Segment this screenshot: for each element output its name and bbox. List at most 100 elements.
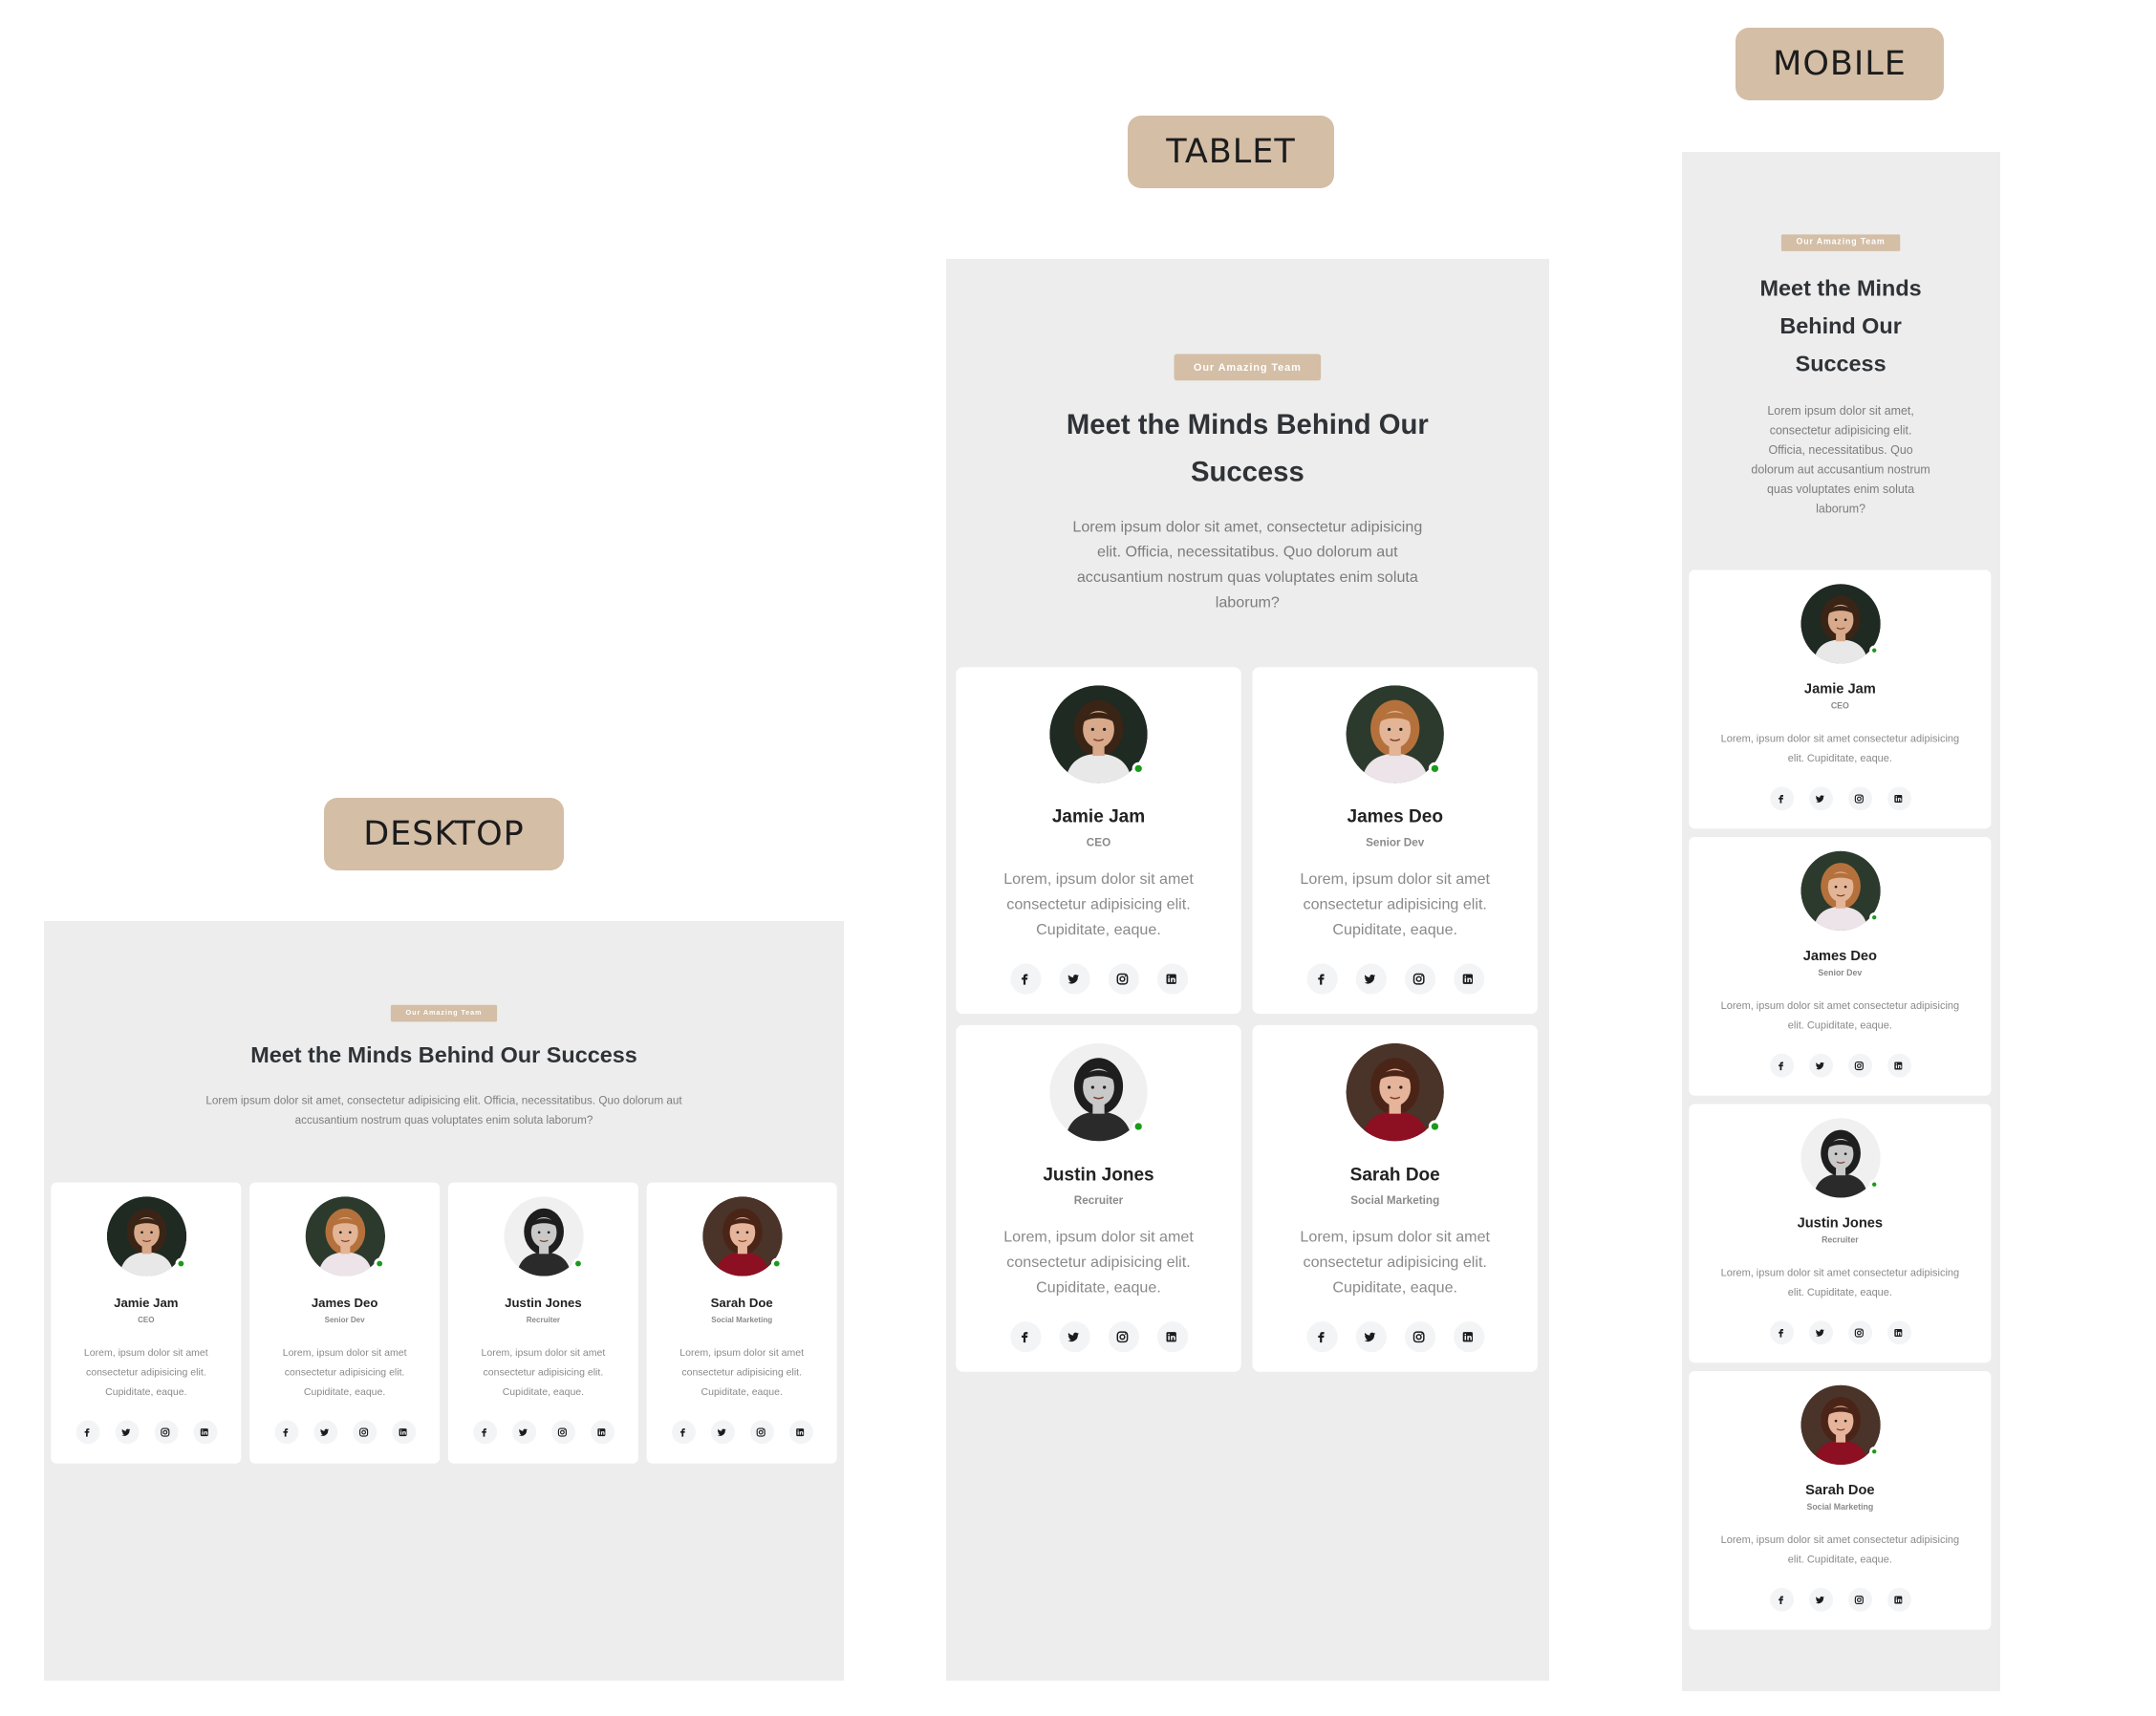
- facebook-icon: [1313, 971, 1330, 988]
- twitter-link[interactable]: [511, 1420, 536, 1445]
- social-links: [1700, 1320, 1980, 1345]
- twitter-link[interactable]: [1058, 1321, 1089, 1353]
- twitter-icon: [1066, 971, 1083, 988]
- facebook-link[interactable]: [1769, 1587, 1794, 1612]
- team-member-card: Sarah Doe Social Marketing Lorem, ipsum do…: [646, 1182, 837, 1464]
- facebook-icon: [1775, 1593, 1788, 1606]
- facebook-link[interactable]: [1769, 786, 1794, 811]
- facebook-icon: [1775, 1326, 1788, 1340]
- linkedin-link[interactable]: [1453, 1321, 1484, 1353]
- linkedin-link[interactable]: [391, 1420, 416, 1445]
- member-bio: Lorem, ipsum dolor sit amet consectetur …: [282, 1345, 407, 1398]
- instagram-link[interactable]: [749, 1420, 774, 1445]
- instagram-link[interactable]: [352, 1420, 377, 1445]
- member-bio: Lorem, ipsum dolor sit amet consectetur …: [679, 1345, 805, 1398]
- team-member-card: James Deo Senior Dev Lorem, ipsum dolor si…: [1252, 667, 1538, 1015]
- online-status-dot: [1132, 1120, 1145, 1133]
- social-links: [1700, 1053, 1980, 1078]
- tablet-preview: Our Amazing Team Meet the Minds Behind Ou…: [946, 259, 1549, 1681]
- twitter-link[interactable]: [1355, 1321, 1387, 1353]
- facebook-link[interactable]: [1305, 963, 1337, 995]
- instagram-link[interactable]: [1108, 1321, 1139, 1353]
- linkedin-link[interactable]: [590, 1420, 614, 1445]
- facebook-link[interactable]: [1305, 1321, 1337, 1353]
- twitter-link[interactable]: [710, 1420, 735, 1445]
- facebook-link[interactable]: [1009, 963, 1041, 995]
- instagram-link[interactable]: [1404, 963, 1435, 995]
- online-status-dot: [1132, 761, 1145, 775]
- instagram-link[interactable]: [1108, 963, 1139, 995]
- member-bio: Lorem, ipsum dolor sit amet consectetur …: [1720, 732, 1960, 764]
- facebook-link[interactable]: [1769, 1320, 1794, 1345]
- facebook-icon: [279, 1426, 292, 1439]
- linkedin-link[interactable]: [1886, 1053, 1911, 1078]
- instagram-link[interactable]: [1404, 1321, 1435, 1353]
- twitter-link[interactable]: [1808, 1320, 1833, 1345]
- instagram-link[interactable]: [153, 1420, 178, 1445]
- linkedin-link[interactable]: [1886, 1587, 1911, 1612]
- twitter-link[interactable]: [114, 1420, 139, 1445]
- facebook-link[interactable]: [1009, 1321, 1041, 1353]
- twitter-link[interactable]: [1058, 963, 1089, 995]
- linkedin-link[interactable]: [192, 1420, 217, 1445]
- member-role: Social Marketing: [1806, 1504, 1874, 1512]
- member-bio: Lorem, ipsum dolor sit amet consectetur …: [1300, 870, 1491, 939]
- twitter-link[interactable]: [1355, 963, 1387, 995]
- member-bio: Lorem, ipsum dolor sit amet consectetur …: [1003, 870, 1194, 939]
- linkedin-link[interactable]: [1453, 963, 1484, 995]
- social-links: [1266, 963, 1523, 995]
- linkedin-link[interactable]: [788, 1420, 813, 1445]
- avatar-wrapper: [1346, 1042, 1444, 1142]
- section-title: Meet the Minds Behind Our Success: [1759, 277, 1922, 377]
- tablet-label: TABLET: [1128, 116, 1334, 188]
- linkedin-link[interactable]: [1886, 786, 1911, 811]
- avatar-wrapper: [106, 1196, 186, 1276]
- section-badge: Our Amazing Team: [1780, 234, 1901, 251]
- instagram-icon: [1853, 1326, 1866, 1340]
- online-status-dot: [1868, 912, 1879, 923]
- instagram-link[interactable]: [1847, 1320, 1872, 1345]
- mobile-preview: Our Amazing Team Meet the Minds Behind Ou…: [1682, 152, 2000, 1691]
- member-name: Jamie Jam: [114, 1296, 179, 1310]
- facebook-icon: [1775, 1059, 1788, 1072]
- linkedin-link[interactable]: [1156, 963, 1188, 995]
- linkedin-icon: [1163, 1328, 1180, 1345]
- team-member-card: James Deo Senior Dev Lorem, ipsum dolor si…: [249, 1182, 441, 1464]
- instagram-link[interactable]: [1847, 786, 1872, 811]
- member-name: Sarah Doe: [1805, 1483, 1875, 1499]
- avatar-wrapper: [503, 1196, 584, 1276]
- member-bio: Lorem, ipsum dolor sit amet consectetur …: [1720, 1266, 1960, 1298]
- facebook-link[interactable]: [1769, 1053, 1794, 1078]
- twitter-icon: [517, 1426, 530, 1439]
- twitter-icon: [1362, 1328, 1379, 1345]
- member-name: James Deo: [1347, 805, 1443, 827]
- facebook-link[interactable]: [75, 1420, 99, 1445]
- team-member-card: Jamie Jam CEO Lorem, ipsum dolor sit amet …: [1689, 569, 1992, 829]
- twitter-link[interactable]: [313, 1420, 337, 1445]
- facebook-link[interactable]: [671, 1420, 696, 1445]
- linkedin-icon: [1892, 1059, 1906, 1072]
- instagram-link[interactable]: [550, 1420, 575, 1445]
- member-role: Recruiter: [1073, 1193, 1124, 1208]
- social-links: [62, 1420, 230, 1445]
- facebook-icon: [1017, 971, 1034, 988]
- twitter-link[interactable]: [1808, 1587, 1833, 1612]
- member-name: James Deo: [1802, 949, 1877, 965]
- twitter-link[interactable]: [1808, 1053, 1833, 1078]
- facebook-link[interactable]: [472, 1420, 497, 1445]
- instagram-link[interactable]: [1847, 1587, 1872, 1612]
- instagram-link[interactable]: [1847, 1053, 1872, 1078]
- team-member-card: James Deo Senior Dev Lorem, ipsum dolor si…: [1689, 837, 1992, 1096]
- linkedin-link[interactable]: [1886, 1320, 1911, 1345]
- member-name: Jamie Jam: [1803, 681, 1876, 697]
- facebook-link[interactable]: [273, 1420, 298, 1445]
- social-links: [658, 1420, 826, 1445]
- instagram-icon: [1853, 792, 1866, 805]
- twitter-icon: [716, 1426, 729, 1439]
- online-status-dot: [571, 1257, 584, 1270]
- twitter-link[interactable]: [1808, 786, 1833, 811]
- team-cards: Jamie Jam CEO Lorem, ipsum dolor sit amet …: [44, 1130, 844, 1464]
- section-badge: Our Amazing Team: [390, 1004, 498, 1022]
- instagram-icon: [556, 1426, 570, 1439]
- linkedin-link[interactable]: [1156, 1321, 1188, 1353]
